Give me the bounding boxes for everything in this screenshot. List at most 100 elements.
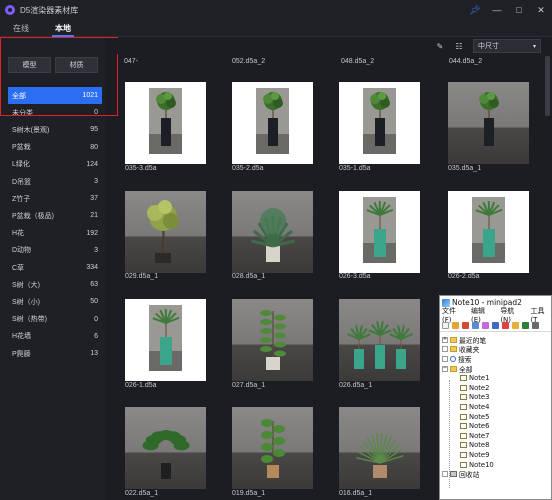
sidebar-item-category[interactable]: Z竹子 37 bbox=[8, 190, 102, 207]
sidebar-item-category[interactable]: P盆栽（极品) 21 bbox=[8, 207, 102, 224]
collapse-icon[interactable]: − bbox=[442, 365, 448, 372]
tree-node-label: 回收站 bbox=[459, 471, 480, 480]
menu-tools[interactable]: 工具(T bbox=[530, 306, 551, 324]
sidebar-item-category[interactable]: S树木(景观) 95 bbox=[8, 121, 102, 138]
sidebar-item-category[interactable]: D动物 3 bbox=[8, 242, 102, 259]
minipad-window: Note10 - minipad2 文件(F) 编辑(E) 导航(N) 工具(T… bbox=[439, 295, 552, 500]
tree-node[interactable]: Note10 bbox=[460, 460, 494, 470]
tree-node[interactable]: Note7 bbox=[460, 431, 489, 441]
tree-node[interactable]: Note6 bbox=[460, 421, 489, 431]
sidebar-item-category[interactable]: S树（大) 63 bbox=[8, 276, 102, 293]
sidebar-item-category[interactable]: P爬藤 13 bbox=[8, 345, 102, 362]
menu-edit[interactable]: 编辑(E) bbox=[471, 306, 494, 324]
back-icon[interactable] bbox=[522, 322, 529, 329]
scrollbar-thumb[interactable] bbox=[545, 56, 550, 116]
tree-node[interactable]: 收藏夹 bbox=[442, 345, 480, 355]
tree-node-label: 收藏夹 bbox=[459, 346, 480, 355]
delete-icon[interactable] bbox=[462, 322, 469, 329]
tree-node[interactable]: 回收站 bbox=[442, 469, 479, 479]
tree-node[interactable]: Note2 bbox=[460, 383, 489, 393]
asset-thumbnail[interactable] bbox=[232, 299, 313, 381]
open-folder-icon[interactable] bbox=[452, 322, 459, 329]
tree-node-label: Note5 bbox=[469, 412, 490, 421]
sidebar-item-category[interactable]: D吊篮 3 bbox=[8, 173, 102, 190]
asset-thumbnail[interactable] bbox=[125, 407, 206, 489]
tree-node[interactable]: Note4 bbox=[460, 402, 489, 412]
tree-node[interactable]: Note3 bbox=[460, 393, 489, 403]
category-count: 37 bbox=[90, 195, 98, 203]
tab-online[interactable]: 在线 bbox=[4, 20, 38, 37]
sidebar-item-category[interactable]: H花 192 bbox=[8, 225, 102, 242]
expand-icon[interactable] bbox=[442, 471, 448, 478]
menu-navigate[interactable]: 导航(N) bbox=[500, 306, 524, 324]
note-icon bbox=[460, 413, 467, 420]
save-icon[interactable] bbox=[472, 322, 479, 329]
new-note-icon[interactable] bbox=[442, 322, 449, 329]
search-icon bbox=[450, 355, 456, 362]
asset-thumbnail[interactable] bbox=[232, 82, 313, 164]
category-count: 80 bbox=[90, 143, 98, 151]
asset-thumbnail[interactable] bbox=[339, 191, 420, 273]
tree-node[interactable]: − 全部 bbox=[442, 364, 473, 374]
category-count: 21 bbox=[90, 212, 98, 220]
asset-thumbnail[interactable] bbox=[339, 299, 420, 381]
content-toolbar: ✎ ☷ 中尺寸 ▾ bbox=[106, 38, 552, 54]
sidebar-item-category[interactable]: P盆栽 80 bbox=[8, 139, 102, 156]
asset-thumbnail[interactable] bbox=[339, 82, 420, 164]
star-icon[interactable] bbox=[512, 322, 519, 329]
note-icon bbox=[460, 451, 467, 458]
size-select[interactable]: 中尺寸 ▾ bbox=[473, 39, 541, 53]
asset-label: 026-1.d5a bbox=[125, 382, 157, 389]
expand-icon[interactable] bbox=[442, 355, 448, 362]
expand-icon[interactable]: + bbox=[442, 336, 448, 343]
asset-thumbnail[interactable] bbox=[448, 82, 529, 164]
note-icon bbox=[460, 432, 467, 439]
minimize-icon[interactable]: — bbox=[486, 0, 508, 20]
asset-label: 022.d5a_1 bbox=[125, 490, 159, 497]
tree-node[interactable]: Note8 bbox=[460, 441, 489, 451]
category-label: S树（大) bbox=[12, 281, 40, 289]
pin-icon[interactable]: 📌︎ bbox=[464, 0, 486, 20]
close-icon[interactable]: ✕ bbox=[530, 0, 552, 20]
maximize-icon[interactable]: □ bbox=[508, 0, 530, 20]
tree-node[interactable]: Note9 bbox=[460, 450, 489, 460]
sidebar-item-category[interactable]: C草 334 bbox=[8, 259, 102, 276]
tree-node[interactable]: 搜索 bbox=[442, 354, 472, 364]
tree-node[interactable]: + 最近的笔 bbox=[442, 335, 486, 345]
filter-icon[interactable]: ☷ bbox=[453, 40, 465, 52]
tree-node[interactable]: Note1 bbox=[460, 373, 489, 383]
close-note-icon[interactable] bbox=[502, 322, 509, 329]
category-label: D吊篮 bbox=[12, 178, 32, 186]
link-icon[interactable] bbox=[482, 322, 489, 329]
tree-node-label: 最近的笔 bbox=[459, 336, 487, 345]
asset-thumbnail[interactable] bbox=[125, 191, 206, 273]
folder-icon bbox=[450, 365, 457, 372]
tree-node-label: Note9 bbox=[469, 450, 490, 459]
folder-icon bbox=[450, 336, 457, 343]
properties-icon[interactable] bbox=[492, 322, 499, 329]
expand-icon[interactable] bbox=[442, 346, 448, 353]
asset-thumbnail[interactable] bbox=[232, 191, 313, 273]
more-icon[interactable] bbox=[532, 322, 539, 329]
asset-thumbnail[interactable] bbox=[448, 191, 529, 273]
tab-local[interactable]: 本地 bbox=[44, 20, 82, 37]
window-controls: 📌︎ — □ ✕ bbox=[464, 0, 552, 20]
tree-node[interactable]: Note5 bbox=[460, 412, 489, 422]
asset-thumbnail[interactable] bbox=[339, 407, 420, 489]
tree-node-label: Note3 bbox=[469, 393, 490, 402]
edit-icon[interactable]: ✎ bbox=[434, 40, 446, 52]
sidebar-item-category[interactable]: S树（热带) 0 bbox=[8, 311, 102, 328]
note-icon bbox=[460, 403, 467, 410]
category-label: S树（小) bbox=[12, 298, 40, 306]
sidebar-item-category[interactable]: L绿化 124 bbox=[8, 156, 102, 173]
sidebar-item-category[interactable]: H花墙 6 bbox=[8, 328, 102, 345]
asset-thumbnail[interactable] bbox=[232, 407, 313, 489]
category-label: H花 bbox=[12, 230, 25, 238]
category-label: P盆栽 bbox=[12, 144, 31, 152]
category-count: 50 bbox=[90, 298, 98, 306]
asset-thumbnail[interactable] bbox=[125, 82, 206, 164]
asset-label: 029.d5a_1 bbox=[125, 273, 159, 280]
asset-thumbnail[interactable] bbox=[125, 299, 206, 381]
menu-file[interactable]: 文件(F) bbox=[442, 306, 465, 324]
sidebar-item-category[interactable]: S树（小) 50 bbox=[8, 293, 102, 310]
